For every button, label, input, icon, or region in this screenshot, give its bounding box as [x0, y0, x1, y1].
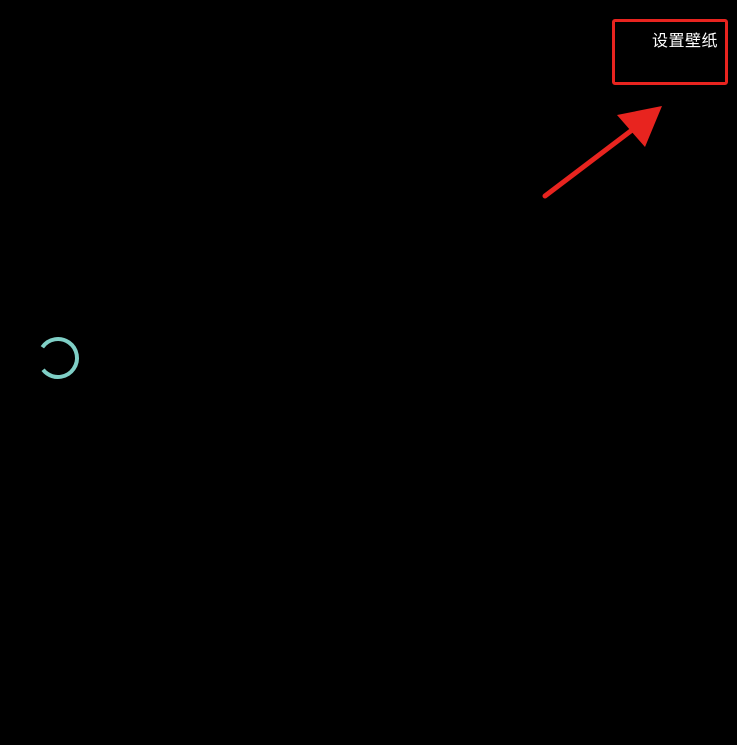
set-wallpaper-button[interactable]: 设置壁纸 — [652, 30, 718, 52]
loading-spinner-icon — [37, 337, 79, 379]
arrow-annotation — [542, 106, 662, 199]
wallpaper-preview-screen: 设置壁纸 — [0, 0, 737, 745]
annotation-highlight-box — [612, 19, 728, 85]
